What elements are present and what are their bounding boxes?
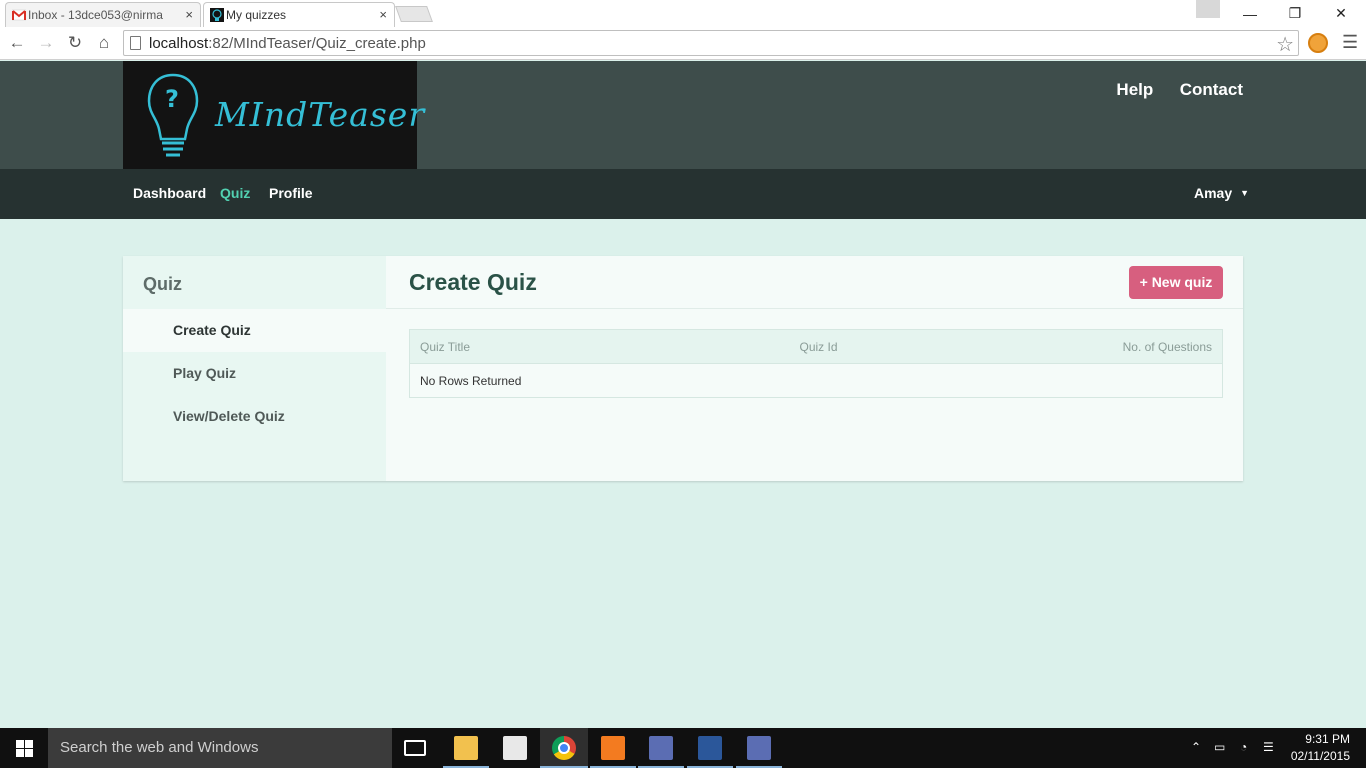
battery-icon[interactable]: ▭ bbox=[1214, 740, 1225, 754]
clock-time: 9:31 PM bbox=[1305, 732, 1350, 746]
windows-taskbar: Search the web and Windows ⌃ ▭ ◔ ☰ 9:31 … bbox=[0, 728, 1366, 768]
extension-icon[interactable] bbox=[1308, 33, 1328, 53]
taskbar-search-box[interactable]: Search the web and Windows bbox=[48, 728, 392, 768]
notifications-icon[interactable]: ☰ bbox=[1263, 740, 1274, 754]
table-row: No Rows Returned bbox=[409, 363, 1223, 398]
chrome-taskbar-button[interactable] bbox=[540, 728, 588, 768]
gmail-icon bbox=[12, 9, 26, 21]
task-view-icon[interactable] bbox=[404, 740, 426, 756]
nav-dashboard[interactable]: Dashboard bbox=[133, 185, 206, 201]
sidebar-title: Quiz bbox=[143, 274, 182, 294]
system-clock[interactable]: 9:31 PM 02/11/2015 bbox=[1291, 731, 1350, 765]
browser-toolbar: ← → ↻ ⌂ localhost:82/MIndTeaser/Quiz_cre… bbox=[0, 27, 1366, 60]
windows-logo-icon bbox=[15, 739, 33, 757]
wifi-icon[interactable]: ◔ bbox=[1240, 740, 1247, 754]
browser-tab-strip: Inbox - 13dce053@nirma × My quizzes × — … bbox=[0, 0, 1366, 27]
chrome-menu-icon[interactable]: ☰ bbox=[1342, 32, 1358, 53]
minimize-window-icon[interactable]: — bbox=[1227, 0, 1273, 27]
forward-icon[interactable]: → bbox=[36, 33, 56, 53]
php-designer-2-icon[interactable] bbox=[747, 736, 771, 760]
lightbulb-head-icon: ? bbox=[147, 73, 199, 157]
site-header: ? MIndTeaser Help Contact bbox=[0, 61, 1366, 169]
clock-date: 02/11/2015 bbox=[1290, 749, 1350, 763]
php-designer-icon[interactable] bbox=[649, 736, 673, 760]
nav-profile[interactable]: Profile bbox=[269, 185, 313, 201]
tab-my-quizzes[interactable]: My quizzes × bbox=[203, 2, 395, 27]
close-tab-icon[interactable]: × bbox=[185, 7, 193, 22]
home-icon[interactable]: ⌂ bbox=[94, 33, 114, 53]
new-tab-button[interactable] bbox=[395, 6, 433, 22]
user-menu[interactable]: Amay ▼ bbox=[1194, 185, 1249, 201]
tab-label: Inbox - 13dce053@nirma bbox=[28, 8, 163, 22]
page-title: Create Quiz bbox=[409, 269, 537, 295]
caret-down-icon: ▼ bbox=[1240, 188, 1250, 198]
page-icon bbox=[130, 36, 141, 50]
main-navbar: Dashboard Quiz Profile Amay ▼ bbox=[0, 169, 1366, 219]
top-links: Help Contact bbox=[1094, 80, 1243, 100]
main-content: Create Quiz + New quiz Quiz Title Quiz I… bbox=[386, 256, 1243, 481]
chrome-icon bbox=[552, 736, 576, 760]
empty-table-message: No Rows Returned bbox=[409, 363, 1223, 398]
chevron-up-icon[interactable]: ⌃ bbox=[1191, 740, 1201, 754]
user-name: Amay bbox=[1194, 185, 1233, 201]
nav-quiz[interactable]: Quiz bbox=[220, 185, 250, 201]
bulb-favicon-icon bbox=[210, 8, 224, 22]
new-quiz-button[interactable]: + New quiz bbox=[1129, 266, 1223, 299]
quiz-table: Quiz Title Quiz Id No. of Questions No R… bbox=[409, 329, 1223, 398]
site-logo[interactable]: ? MIndTeaser bbox=[123, 61, 424, 169]
sidebar-item-view-delete-quiz[interactable]: View/Delete Quiz bbox=[123, 395, 386, 438]
close-window-icon[interactable]: ✕ bbox=[1318, 0, 1364, 27]
table-header-row: Quiz Title Quiz Id No. of Questions bbox=[409, 329, 1223, 364]
back-icon[interactable]: ← bbox=[7, 33, 27, 53]
tab-label: My quizzes bbox=[226, 8, 287, 22]
svg-text:?: ? bbox=[165, 85, 179, 113]
sidebar: Quiz Create Quiz Play Quiz View/Delete Q… bbox=[123, 256, 386, 481]
sidebar-item-play-quiz[interactable]: Play Quiz bbox=[123, 352, 386, 395]
reload-icon[interactable]: ↻ bbox=[65, 33, 85, 53]
tab-gmail[interactable]: Inbox - 13dce053@nirma × bbox=[5, 2, 201, 27]
word-icon[interactable] bbox=[698, 736, 722, 760]
url-text[interactable]: localhost:82/MIndTeaser/Quiz_create.php bbox=[149, 35, 426, 52]
column-header-quiz-title[interactable]: Quiz Title bbox=[409, 329, 790, 364]
start-button[interactable] bbox=[0, 728, 48, 768]
sidebar-item-create-quiz[interactable]: Create Quiz bbox=[123, 309, 386, 352]
content-header: Create Quiz + New quiz bbox=[386, 256, 1243, 309]
help-link[interactable]: Help bbox=[1116, 80, 1153, 99]
profile-avatar-icon[interactable] bbox=[1196, 0, 1220, 18]
bookmark-star-icon[interactable]: ☆ bbox=[1276, 32, 1294, 57]
brand-name: MIndTeaser bbox=[215, 95, 426, 134]
xampp-icon[interactable] bbox=[601, 736, 625, 760]
address-bar[interactable]: localhost:82/MIndTeaser/Quiz_create.php … bbox=[123, 30, 1299, 56]
contact-link[interactable]: Contact bbox=[1180, 80, 1243, 99]
close-tab-icon[interactable]: × bbox=[379, 7, 387, 22]
quiz-panel: Quiz Create Quiz Play Quiz View/Delete Q… bbox=[123, 256, 1243, 481]
restore-window-icon[interactable]: ❐ bbox=[1272, 0, 1318, 27]
column-header-no-of-questions[interactable]: No. of Questions bbox=[1049, 329, 1223, 364]
column-header-quiz-id[interactable]: Quiz Id bbox=[789, 329, 1050, 364]
store-icon[interactable] bbox=[503, 736, 527, 760]
file-explorer-icon[interactable] bbox=[454, 736, 478, 760]
